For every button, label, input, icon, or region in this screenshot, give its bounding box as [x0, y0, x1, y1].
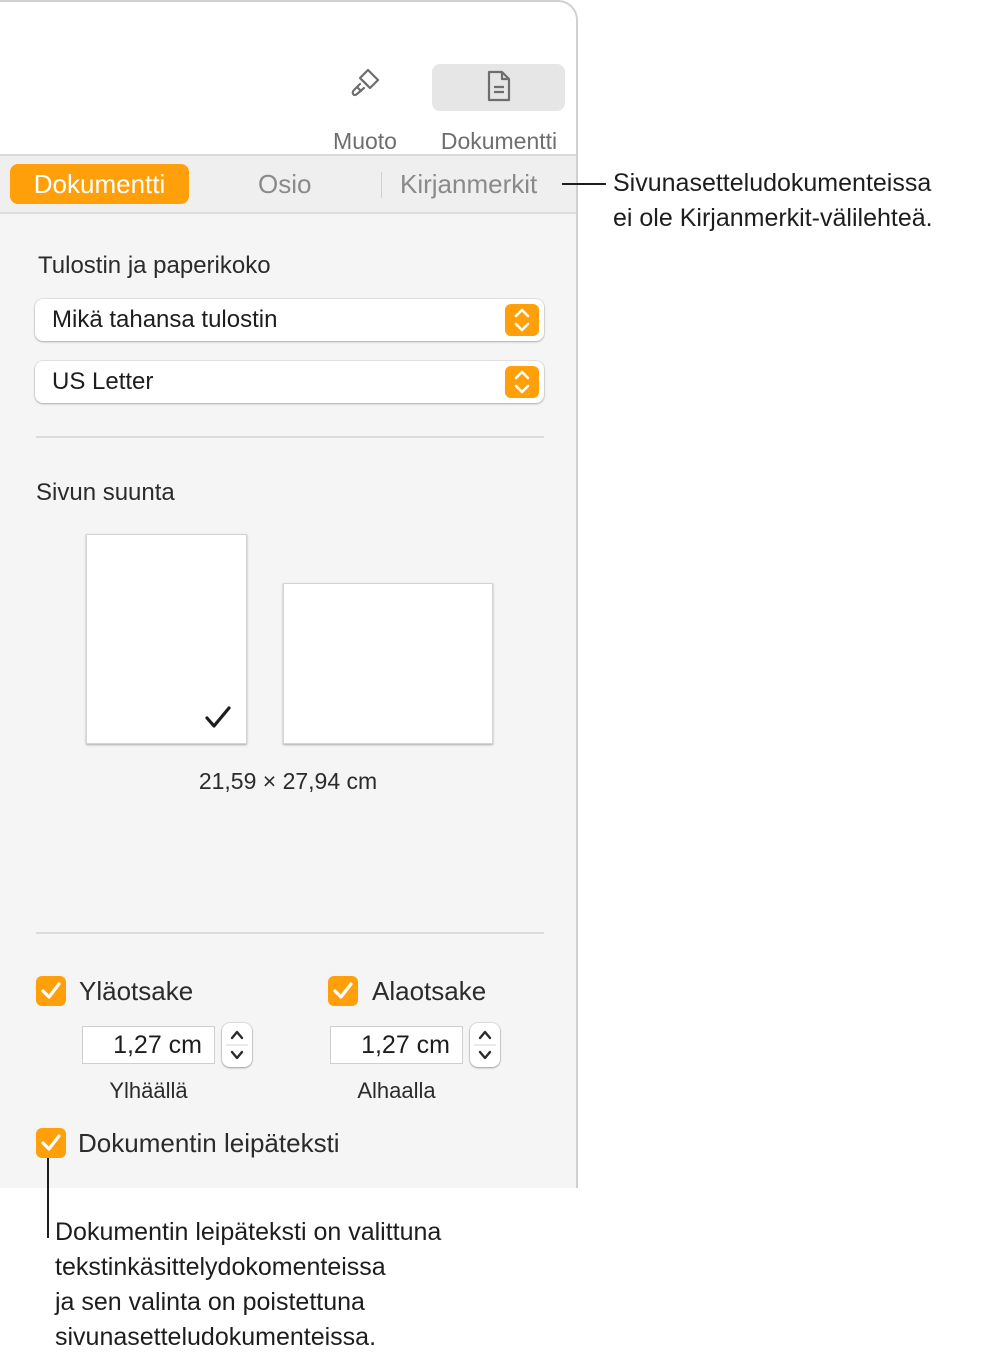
header-checkbox-label: Yläotsake: [79, 976, 194, 1006]
format-tool-label: Muoto: [333, 128, 397, 154]
header-position-label: Ylhäällä: [109, 1078, 188, 1103]
paper-size-popup-value: US Letter: [52, 368, 154, 395]
tab-separator: [381, 172, 382, 198]
document-body-checkbox-label: Dokumentin leipäteksti: [78, 1128, 340, 1158]
section-divider: [36, 932, 544, 934]
tab-section[interactable]: Osio: [258, 164, 311, 204]
document-tool-label: Dokumentti: [440, 128, 558, 154]
footer-position-label: Alhaalla: [357, 1078, 436, 1103]
printer-section-title: Tulostin ja paperikoko: [38, 252, 271, 279]
printer-popup-value: Mikä tahansa tulostin: [52, 306, 278, 333]
body-callout: Dokumentin leipäteksti on valittuna teks…: [55, 1215, 441, 1355]
checkmark-icon: [333, 982, 353, 999]
bookmarks-callout-leader: [562, 183, 606, 185]
orientation-section-title: Sivun suunta: [36, 479, 175, 506]
header-checkbox[interactable]: [36, 976, 66, 1006]
checkmark-icon: [41, 982, 61, 999]
bookmarks-callout-line: Sivunasetteludokumenteissa: [613, 169, 932, 197]
inspector-toolbar: Muoto Dokumentti: [0, 2, 576, 156]
header-margin-field[interactable]: 1,27 cm: [82, 1026, 215, 1064]
checkmark-icon: [41, 1134, 61, 1151]
up-down-chevron-icon: [505, 366, 539, 398]
paintbrush-icon: [351, 68, 380, 97]
section-divider: [36, 436, 544, 438]
tab-bookmarks[interactable]: Kirjanmerkit: [400, 164, 537, 204]
document-inspector-panel: Muoto Dokumentti Dokumentti Osio Kirjanm…: [0, 0, 578, 1188]
body-callout-line: sivunasetteludokumenteissa.: [55, 1323, 377, 1351]
inspector-tabs: Dokumentti Osio Kirjanmerkit: [0, 156, 576, 214]
body-callout-line: Dokumentin leipäteksti on valittuna: [55, 1218, 442, 1246]
document-icon: [487, 70, 511, 102]
portrait-orientation-option[interactable]: [86, 534, 247, 744]
body-callout-leader: [47, 1158, 49, 1238]
bookmarks-callout: Sivunasetteludokumenteissa ei ole Kirjan…: [613, 166, 933, 236]
body-callout-line: tekstinkäsittelydokomenteissa: [55, 1253, 386, 1281]
stepper-arrows-icon: [474, 1030, 496, 1060]
tab-document[interactable]: Dokumentti: [10, 164, 189, 204]
footer-margin-field[interactable]: 1,27 cm: [330, 1026, 463, 1064]
printer-popup[interactable]: Mikä tahansa tulostin: [35, 299, 544, 341]
footer-checkbox[interactable]: [328, 976, 358, 1006]
bookmarks-callout-line: ei ole Kirjanmerkit-välilehteä.: [613, 204, 933, 232]
header-margin-stepper[interactable]: [222, 1023, 252, 1067]
footer-margin-stepper[interactable]: [470, 1023, 500, 1067]
up-down-chevron-icon: [505, 304, 539, 336]
page-dimensions: 21,59 × 27,94 cm: [198, 768, 378, 794]
format-tool-button[interactable]: Muoto: [322, 66, 408, 155]
document-body-checkbox[interactable]: [36, 1128, 66, 1158]
checkmark-icon: [205, 706, 231, 728]
body-callout-line: ja sen valinta on poistettuna: [55, 1288, 365, 1316]
landscape-orientation-option[interactable]: [283, 583, 493, 744]
document-tool-button[interactable]: Dokumentti: [428, 66, 570, 155]
paper-size-popup[interactable]: US Letter: [35, 361, 544, 403]
footer-checkbox-label: Alaotsake: [372, 976, 487, 1006]
stepper-arrows-icon: [226, 1030, 248, 1060]
